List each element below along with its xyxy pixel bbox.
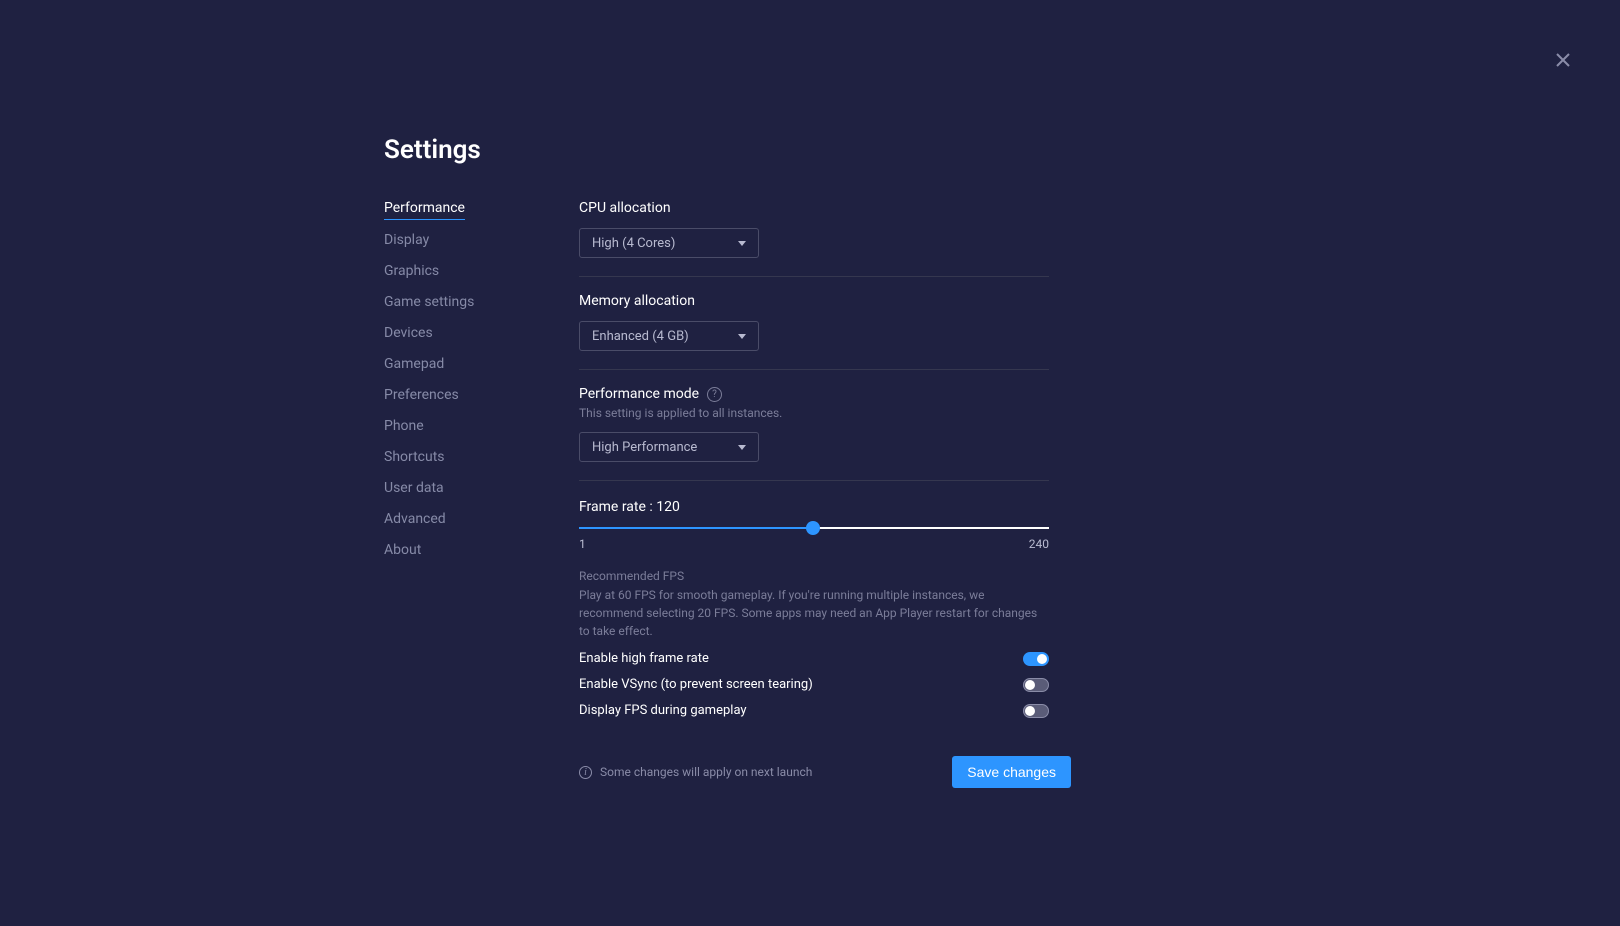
info-icon: i [579, 766, 592, 779]
cpu-select-value: High (4 Cores) [592, 236, 675, 251]
sidebar-item-gamepad[interactable]: Gamepad [384, 356, 444, 375]
footer-note: i Some changes will apply on next launch [579, 765, 812, 779]
save-button[interactable]: Save changes [952, 756, 1071, 788]
sidebar-item-preferences[interactable]: Preferences [384, 387, 459, 406]
sidebar-item-phone[interactable]: Phone [384, 418, 424, 437]
performance-mode-section: Performance mode ? This setting is appli… [579, 386, 1049, 481]
chevron-down-icon [738, 334, 746, 339]
chevron-down-icon [738, 241, 746, 246]
performance-mode-select[interactable]: High Performance [579, 432, 759, 462]
cpu-label: CPU allocation [579, 200, 1049, 216]
sidebar-item-performance[interactable]: Performance [384, 200, 465, 220]
sidebar-item-advanced[interactable]: Advanced [384, 511, 446, 530]
memory-section: Memory allocation Enhanced (4 GB) [579, 293, 1049, 370]
recommended-fps-desc: Play at 60 FPS for smooth gameplay. If y… [579, 586, 1049, 640]
close-button[interactable] [1553, 50, 1573, 70]
sidebar-item-user-data[interactable]: User data [384, 480, 444, 499]
slider-min-label: 1 [579, 537, 586, 551]
performance-mode-select-value: High Performance [592, 440, 697, 455]
sidebar-item-display[interactable]: Display [384, 232, 429, 251]
footer: i Some changes will apply on next launch… [579, 756, 1071, 788]
main-panel: CPU allocation High (4 Cores) Memory all… [579, 200, 1049, 788]
help-icon[interactable]: ? [707, 387, 722, 402]
cpu-select[interactable]: High (4 Cores) [579, 228, 759, 258]
memory-select[interactable]: Enhanced (4 GB) [579, 321, 759, 351]
memory-label: Memory allocation [579, 293, 1049, 309]
frame-rate-section: Frame rate : 120 1 240 Recommended FPS P… [579, 499, 1049, 718]
performance-mode-subtext: This setting is applied to all instances… [579, 406, 1049, 420]
page-title: Settings [384, 135, 1620, 165]
toggle-row-vsync: Enable VSync (to prevent screen tearing) [579, 677, 1049, 692]
sidebar: Performance Display Graphics Game settin… [384, 200, 579, 788]
sidebar-item-about[interactable]: About [384, 542, 421, 561]
chevron-down-icon [738, 445, 746, 450]
vsync-toggle[interactable] [1023, 678, 1049, 692]
sidebar-item-shortcuts[interactable]: Shortcuts [384, 449, 445, 468]
slider-max-label: 240 [1029, 537, 1049, 551]
memory-select-value: Enhanced (4 GB) [592, 329, 689, 344]
recommended-fps-title: Recommended FPS [579, 569, 1049, 583]
toggle-row-high-frame-rate: Enable high frame rate [579, 651, 1049, 666]
sidebar-item-devices[interactable]: Devices [384, 325, 433, 344]
frame-rate-label: Frame rate : 120 [579, 499, 1049, 515]
slider-thumb[interactable] [806, 521, 820, 535]
frame-rate-slider[interactable] [579, 527, 1049, 529]
sidebar-item-graphics[interactable]: Graphics [384, 263, 439, 282]
sidebar-item-game-settings[interactable]: Game settings [384, 294, 474, 313]
high-frame-rate-toggle[interactable] [1023, 652, 1049, 666]
close-icon [1556, 53, 1570, 67]
toggle-row-display-fps: Display FPS during gameplay [579, 703, 1049, 718]
display-fps-toggle[interactable] [1023, 704, 1049, 718]
performance-mode-label: Performance mode ? [579, 386, 1049, 402]
cpu-section: CPU allocation High (4 Cores) [579, 200, 1049, 277]
